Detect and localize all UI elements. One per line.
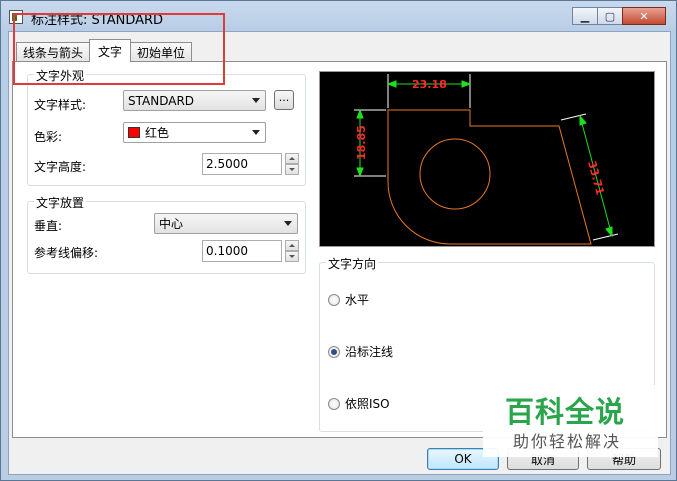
spin-up-icon[interactable] — [285, 240, 299, 251]
text-height-spinner[interactable] — [285, 153, 299, 175]
preview-circle — [419, 138, 491, 210]
baseline-offset-spinner[interactable] — [285, 240, 299, 262]
baseline-offset-input[interactable]: 0.1000 — [202, 240, 282, 262]
text-style-label: 文字样式: — [34, 98, 87, 112]
watermark-title: 百科全说 — [505, 395, 626, 429]
radio-icon[interactable] — [328, 397, 340, 410]
text-placement-title: 文字放置 — [34, 194, 87, 211]
chevron-down-icon — [252, 98, 260, 103]
vertical-label: 垂直: — [34, 219, 63, 233]
watermark: 百科全说 助你轻松解决 — [483, 385, 658, 457]
orientation-aligned[interactable]: 沿标注线 — [328, 343, 393, 360]
maximize-button[interactable]: ▢ — [597, 7, 623, 25]
chevron-down-icon — [284, 221, 292, 226]
text-height-input[interactable]: 2.5000 — [202, 153, 282, 175]
text-style-select[interactable]: STANDARD — [123, 90, 266, 111]
text-appearance-title: 文字外观 — [34, 67, 87, 84]
dialog-window: 标注样式: STANDARD ▁ ▢ ✕ 线条与箭头 文字 初始单位 文字外观 … — [0, 0, 677, 481]
text-orientation-title: 文字方向 — [326, 255, 379, 272]
window-controls: ▁ ▢ ✕ — [572, 7, 666, 25]
preview-dim-right: 33.71 — [585, 159, 607, 196]
text-appearance-group: 文字外观 文字样式: STANDARD ... 色彩: 红色 文字高度: 2.5… — [27, 67, 306, 186]
minimize-button[interactable]: ▁ — [572, 7, 598, 25]
text-height-value: 2.5000 — [206, 157, 248, 171]
color-swatch — [128, 127, 140, 138]
vertical-value: 中心 — [159, 217, 184, 231]
orientation-aligned-label: 沿标注线 — [345, 345, 394, 359]
window-title: 标注样式: STANDARD — [31, 13, 164, 28]
text-style-value: STANDARD — [128, 93, 195, 108]
radio-icon[interactable] — [328, 293, 340, 306]
color-label: 色彩: — [34, 130, 63, 144]
preview-drawing: 23.18 18.85 33.71 — [354, 74, 619, 245]
preview-dim-top: 23.18 — [412, 78, 447, 91]
title-bar[interactable]: 标注样式: STANDARD ▁ ▢ ✕ — [1, 1, 676, 31]
text-placement-group: 文字放置 垂直: 中心 参考线偏移: 0.1000 — [27, 194, 306, 274]
orientation-iso[interactable]: 依照ISO — [328, 395, 390, 412]
chevron-down-icon — [252, 130, 260, 135]
close-button[interactable]: ✕ — [622, 7, 666, 25]
spin-down-icon[interactable] — [285, 251, 299, 262]
radio-checked-icon[interactable] — [328, 345, 340, 358]
dimension-preview: 23.18 18.85 33.71 — [319, 71, 655, 247]
tab-lines-arrows[interactable]: 线条与箭头 — [16, 42, 91, 62]
orientation-iso-label: 依照ISO — [345, 397, 390, 411]
color-value: 红色 — [145, 126, 170, 140]
baseline-offset-label: 参考线偏移: — [34, 246, 99, 260]
app-icon — [9, 10, 23, 24]
tab-text[interactable]: 文字 — [89, 39, 132, 62]
baseline-offset-value: 0.1000 — [206, 244, 248, 258]
vertical-select[interactable]: 中心 — [154, 213, 298, 234]
tab-panel-text: 文字外观 文字样式: STANDARD ... 色彩: 红色 文字高度: 2.5… — [12, 61, 667, 438]
watermark-subtitle: 助你轻松解决 — [513, 432, 622, 451]
preview-dim-left: 18.85 — [355, 125, 368, 160]
spin-up-icon[interactable] — [285, 153, 299, 164]
orientation-horizontal-label: 水平 — [345, 293, 370, 307]
spin-down-icon[interactable] — [285, 164, 299, 175]
orientation-horizontal[interactable]: 水平 — [328, 291, 369, 308]
text-style-browse-button[interactable]: ... — [274, 90, 294, 110]
text-height-label: 文字高度: — [34, 160, 87, 174]
tab-primary-units[interactable]: 初始单位 — [130, 42, 193, 62]
tab-strip: 线条与箭头 文字 初始单位 — [16, 39, 193, 62]
color-select[interactable]: 红色 — [123, 122, 266, 143]
